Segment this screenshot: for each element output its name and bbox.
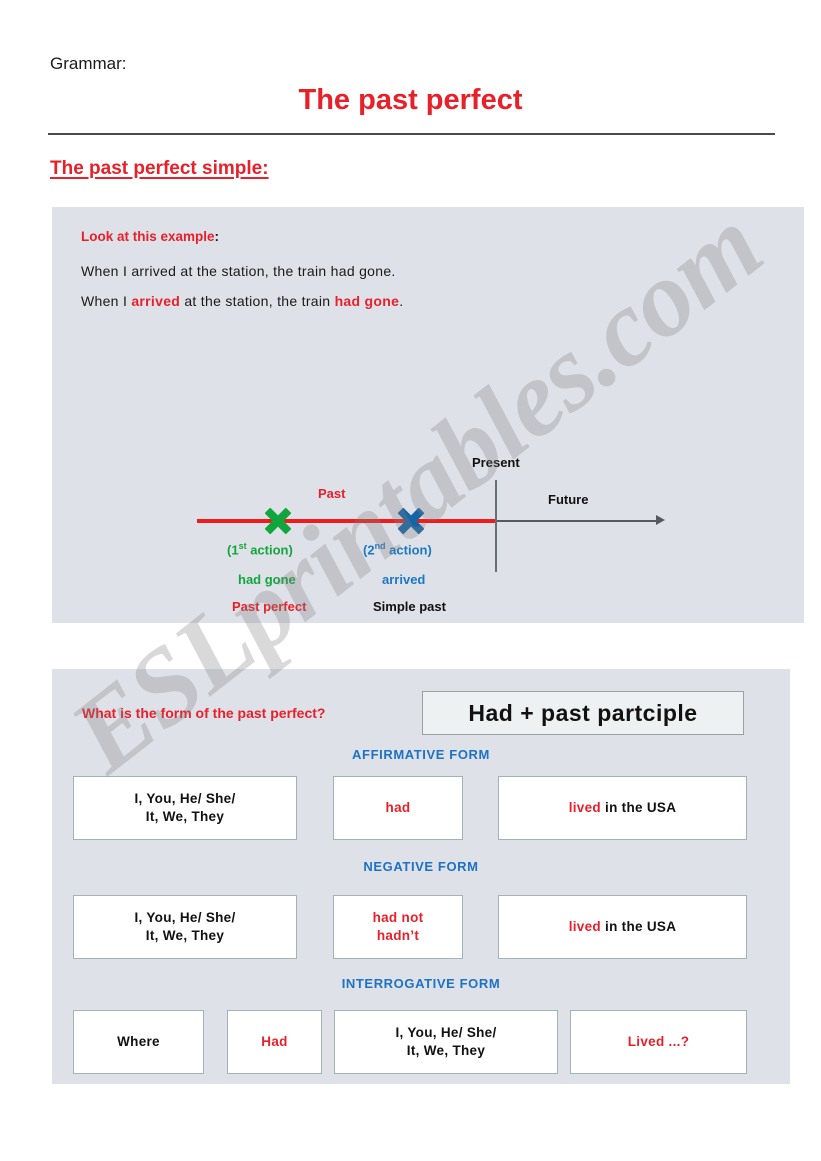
interrogative-auxiliary-cell: Had <box>227 1010 322 1074</box>
timeline-label-future: Future <box>548 492 589 507</box>
title-divider <box>48 133 775 135</box>
first-action-close: action) <box>246 542 293 558</box>
timeline-future-line <box>495 520 659 522</box>
timeline-present-tick <box>495 480 497 572</box>
second-action-ordinal: nd <box>374 541 386 551</box>
negative-subject-cell: I, You, He/ She/It, We, They <box>73 895 297 959</box>
negative-tail: in the USA <box>600 918 677 934</box>
subject-line-1: I, You, He/ She/ <box>395 1024 497 1040</box>
second-action-x-icon <box>397 507 425 535</box>
timeline-arrow-icon <box>656 515 665 525</box>
subject-line-2: It, We, They <box>406 1043 486 1058</box>
forms-panel: What is the form of the past perfect? Ha… <box>52 669 790 1084</box>
negative-auxiliary-cell: had not hadn’t <box>333 895 463 959</box>
affirmative-auxiliary-cell: had <box>333 776 463 840</box>
form-question: What is the form of the past perfect? <box>82 705 326 721</box>
subject-line-2: It, We, They <box>145 928 225 943</box>
affirmative-rest-text: lived in the USA <box>569 799 677 817</box>
timeline-label-had-gone: had gone <box>238 572 296 587</box>
interrogative-subject-cell: I, You, He/ She/It, We, They <box>334 1010 558 1074</box>
timeline-label-first-action: (1st action) <box>227 541 293 557</box>
affirmative-subject-text: I, You, He/ She/It, We, They <box>134 790 235 826</box>
grammar-label: Grammar: <box>50 54 127 73</box>
worksheet-page: Grammar: The past perfect The past perfe… <box>0 0 821 1161</box>
negative-auxiliary-text: had not hadn’t <box>373 909 424 945</box>
page-title: The past perfect <box>298 84 523 116</box>
section-subtitle: The past perfect simple: <box>50 158 269 179</box>
affirmative-subject-cell: I, You, He/ She/It, We, They <box>73 776 297 840</box>
interrogative-rest-cell: Lived ...? <box>570 1010 747 1074</box>
formula-box: Had + past partciple <box>422 691 744 735</box>
interrogative-rest-text: Lived ...? <box>627 1033 690 1049</box>
first-action-x-icon <box>264 507 292 535</box>
timeline-label-second-action: (2nd action) <box>363 541 432 557</box>
interrogative-wh-cell: Where <box>73 1010 204 1074</box>
timeline-label-present: Present <box>472 455 520 470</box>
timeline-label-arrived: arrived <box>382 572 426 587</box>
affirmative-rest-cell: lived in the USA <box>498 776 747 840</box>
second-action-close: action) <box>385 542 432 558</box>
interrogative-wh-text: Where <box>117 1033 160 1049</box>
subject-line-1: I, You, He/ She/ <box>134 909 236 925</box>
interrogative-auxiliary-text: Had <box>261 1033 288 1049</box>
timeline-label-simple-past: Simple past <box>373 599 446 614</box>
second-action-open: (2 <box>363 542 375 558</box>
timeline-label-past-perfect: Past perfect <box>232 599 307 614</box>
negative-rest-text: lived in the USA <box>569 918 677 936</box>
example-panel: Look at this example: When I arrived at … <box>52 207 804 623</box>
first-action-ordinal: st <box>238 541 247 551</box>
negative-aux-line-2: hadn’t <box>376 928 420 943</box>
affirmative-auxiliary-text: had <box>385 799 411 815</box>
first-action-open: (1 <box>227 542 239 558</box>
timeline-diagram: Past Present Future (1st action) (2nd ac… <box>52 207 804 623</box>
negative-verb: lived <box>568 918 601 934</box>
negative-aux-line-1: had not <box>372 909 424 925</box>
label-interrogative-form: INTERROGATIVE FORM <box>341 976 501 991</box>
affirmative-verb: lived <box>568 799 601 815</box>
subject-line-2: It, We, They <box>145 809 225 824</box>
negative-rest-cell: lived in the USA <box>498 895 747 959</box>
timeline-label-past: Past <box>318 486 346 501</box>
affirmative-tail: in the USA <box>600 799 677 815</box>
subject-line-1: I, You, He/ She/ <box>134 790 236 806</box>
timeline-past-line <box>197 519 495 523</box>
label-negative-form: NEGATIVE FORM <box>363 859 479 874</box>
negative-subject-text: I, You, He/ She/It, We, They <box>134 909 235 945</box>
label-affirmative-form: AFFIRMATIVE FORM <box>352 747 490 762</box>
interrogative-subject-text: I, You, He/ She/It, We, They <box>395 1024 496 1060</box>
